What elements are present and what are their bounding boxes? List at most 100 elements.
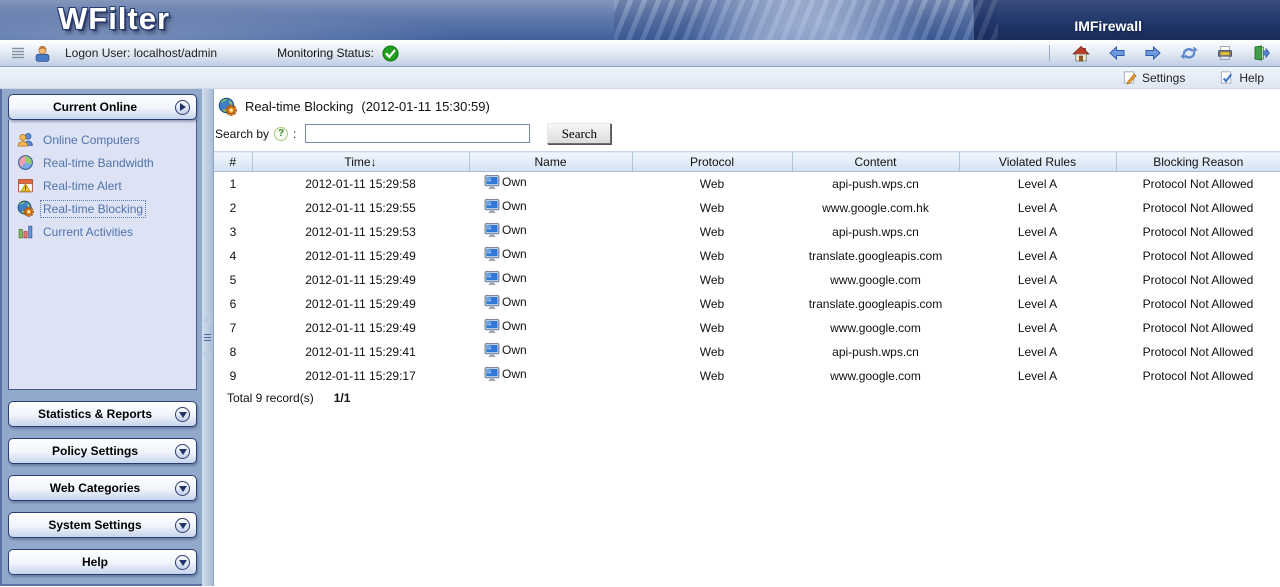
help-button[interactable]: Help xyxy=(1219,70,1264,85)
app-logo: WFilter xyxy=(58,1,170,37)
cell-content: translate.googleapis.com xyxy=(792,292,959,316)
cell-violated-rules: Level A xyxy=(959,196,1116,220)
cell-blocking-reason: Protocol Not Allowed xyxy=(1116,292,1280,316)
cell-number: 6 xyxy=(214,292,252,316)
cell-number: 9 xyxy=(214,364,252,388)
logon-user-label: Logon User: localhost/admin xyxy=(65,46,217,60)
sidebar-panel-web-categories[interactable]: Web Categories xyxy=(8,475,197,501)
cell-name-text: Own xyxy=(502,343,527,357)
cell-protocol: Web xyxy=(632,220,792,244)
print-icon[interactable] xyxy=(1216,45,1234,61)
toolbar: Logon User: localhost/admin Monitoring S… xyxy=(0,40,1280,67)
cell-time: 2012-01-11 15:29:49 xyxy=(252,292,469,316)
users-icon xyxy=(17,131,34,148)
user-avatar-icon[interactable] xyxy=(34,45,51,62)
cell-content: www.google.com.hk xyxy=(792,196,959,220)
monitoring-status-label: Monitoring Status: xyxy=(277,46,374,60)
exit-icon[interactable] xyxy=(1252,45,1270,61)
total-records-label: Total 9 record(s) xyxy=(227,391,314,405)
question-help-icon[interactable]: ? xyxy=(274,127,288,141)
cell-content: www.google.com xyxy=(792,316,959,340)
cell-blocking-reason: Protocol Not Allowed xyxy=(1116,268,1280,292)
monitor-icon xyxy=(484,294,501,310)
splitter-grip-icon[interactable] xyxy=(202,309,213,367)
sidebar-item-current-activities[interactable]: Current Activities xyxy=(17,220,192,243)
sidebar-item-label: Real-time Blocking xyxy=(41,201,145,217)
cell-name-text: Own xyxy=(502,247,527,261)
subbar: Settings Help xyxy=(0,67,1280,89)
sidebar-item-realtime-bandwidth[interactable]: Real-time Bandwidth xyxy=(17,151,192,174)
cell-time: 2012-01-11 15:29:58 xyxy=(252,172,469,196)
cell-number: 7 xyxy=(214,316,252,340)
table-row: 9 2012-01-11 15:29:17 Own Web www.google… xyxy=(214,364,1280,388)
cell-protocol: Web xyxy=(632,268,792,292)
sidebar-item-realtime-alert[interactable]: Real-time Alert xyxy=(17,174,192,197)
cell-violated-rules: Level A xyxy=(959,268,1116,292)
table-row: 8 2012-01-11 15:29:41 Own Web api-push.w… xyxy=(214,340,1280,364)
sidebar-panel-system-settings[interactable]: System Settings xyxy=(8,512,197,538)
cell-number: 5 xyxy=(214,268,252,292)
column-header[interactable]: Content xyxy=(792,152,959,172)
settings-pencil-icon xyxy=(1122,70,1137,85)
page-title-globe-gear-icon xyxy=(218,97,237,116)
sidebar-item-label: Online Computers xyxy=(41,132,142,148)
table-row: 4 2012-01-11 15:29:49 Own Web translate.… xyxy=(214,244,1280,268)
sidebar-item-online-computers[interactable]: Online Computers xyxy=(17,128,192,151)
cell-number: 2 xyxy=(214,196,252,220)
sidebar-panel-policy-settings[interactable]: Policy Settings xyxy=(8,438,197,464)
sidebar: Current Online Online Computers Real-tim… xyxy=(0,89,202,586)
cell-violated-rules: Level A xyxy=(959,292,1116,316)
chevron-down-icon xyxy=(175,407,190,422)
cell-name: Own xyxy=(469,172,632,196)
forward-icon[interactable] xyxy=(1144,45,1162,61)
cell-content: api-push.wps.cn xyxy=(792,340,959,364)
sidebar-splitter[interactable] xyxy=(202,89,214,586)
cell-violated-rules: Level A xyxy=(959,340,1116,364)
column-header[interactable]: Violated Rules xyxy=(959,152,1116,172)
refresh-icon[interactable] xyxy=(1180,45,1198,61)
sidebar-item-realtime-blocking[interactable]: Real-time Blocking xyxy=(17,197,192,220)
table-row: 1 2012-01-11 15:29:58 Own Web api-push.w… xyxy=(214,172,1280,196)
toolbar-divider xyxy=(1049,45,1050,61)
sidebar-panel-help[interactable]: Help xyxy=(8,549,197,575)
sidebar-panel-statistics-reports[interactable]: Statistics & Reports xyxy=(8,401,197,427)
column-header[interactable]: Time↓ xyxy=(252,152,469,172)
home-icon[interactable] xyxy=(1072,45,1090,62)
cell-blocking-reason: Protocol Not Allowed xyxy=(1116,364,1280,388)
cell-name: Own xyxy=(469,196,632,220)
panel-label: Web Categories xyxy=(15,481,175,495)
sidebar-item-label: Real-time Bandwidth xyxy=(41,155,156,171)
table-row: 3 2012-01-11 15:29:53 Own Web api-push.w… xyxy=(214,220,1280,244)
search-button[interactable]: Search xyxy=(547,123,611,144)
column-header[interactable]: Blocking Reason xyxy=(1116,152,1280,172)
monitor-icon xyxy=(484,270,501,286)
column-header[interactable]: Name xyxy=(469,152,632,172)
brand-name: IMFirewall xyxy=(1074,18,1142,34)
search-input[interactable] xyxy=(305,124,530,143)
cell-time: 2012-01-11 15:29:49 xyxy=(252,244,469,268)
cell-protocol: Web xyxy=(632,292,792,316)
panel-label: Statistics & Reports xyxy=(15,407,175,421)
back-icon[interactable] xyxy=(1108,45,1126,61)
list-icon[interactable] xyxy=(10,46,26,60)
column-header[interactable]: # xyxy=(214,152,252,172)
cell-number: 1 xyxy=(214,172,252,196)
monitor-icon xyxy=(484,174,501,190)
cell-name-text: Own xyxy=(502,199,527,213)
panel-label: Help xyxy=(15,555,175,569)
sidebar-item-label: Real-time Alert xyxy=(41,178,124,194)
column-header[interactable]: Protocol xyxy=(632,152,792,172)
sidebar-item-label: Current Activities xyxy=(41,224,135,240)
settings-button[interactable]: Settings xyxy=(1122,70,1185,85)
cell-blocking-reason: Protocol Not Allowed xyxy=(1116,172,1280,196)
search-colon: : xyxy=(293,127,296,141)
cell-name-text: Own xyxy=(502,223,527,237)
cell-time: 2012-01-11 15:29:17 xyxy=(252,364,469,388)
sidebar-panel-current-online[interactable]: Current Online xyxy=(8,94,197,120)
table-row: 7 2012-01-11 15:29:49 Own Web www.google… xyxy=(214,316,1280,340)
monitor-icon xyxy=(484,246,501,262)
cell-content: api-push.wps.cn xyxy=(792,172,959,196)
table-header-row: #Time↓NameProtocolContentViolated RulesB… xyxy=(214,152,1280,172)
table-row: 2 2012-01-11 15:29:55 Own Web www.google… xyxy=(214,196,1280,220)
page-title: Real-time Blocking xyxy=(245,99,353,114)
